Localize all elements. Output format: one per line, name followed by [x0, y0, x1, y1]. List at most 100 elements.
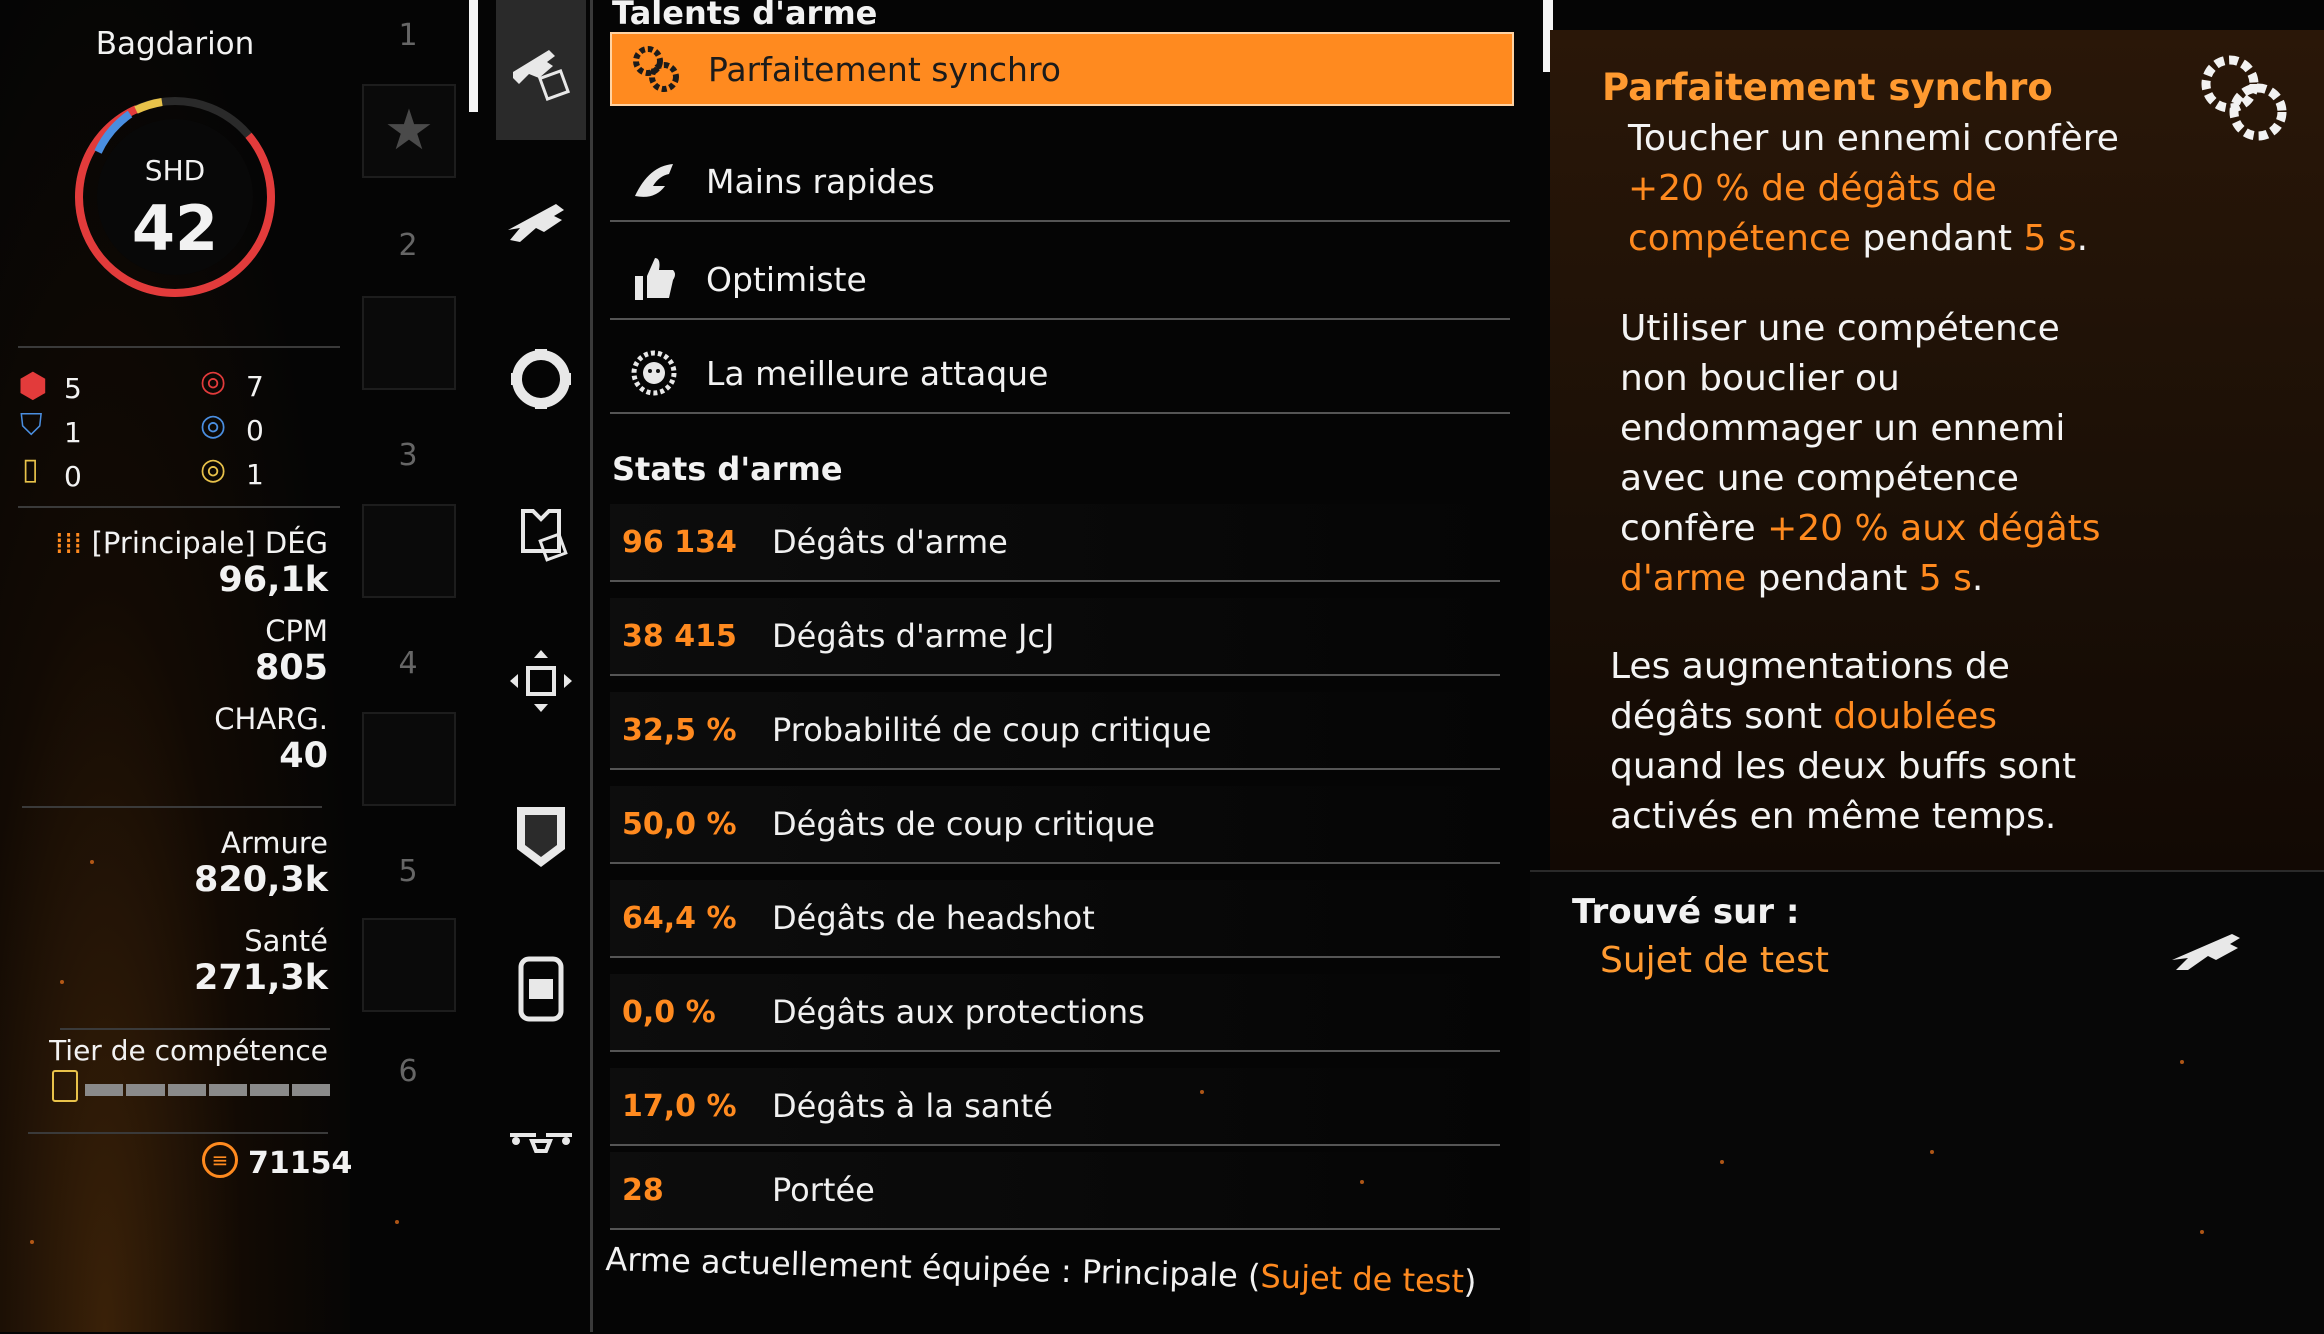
- stat-row: 64,4 % Dégâts de headshot: [610, 880, 1500, 958]
- talent-label: Optimiste: [706, 259, 867, 299]
- weapon-details: Talents d'arme Parfaitement synchro Main…: [600, 0, 1530, 1332]
- rpm-value: 805: [254, 648, 328, 688]
- slot-number: 3: [398, 438, 418, 473]
- yellow-utility-mod-icon: ◎: [200, 452, 227, 487]
- rpm-stat: CPM 805: [8, 614, 328, 688]
- stat-row: 0,0 % Dégâts aux protections: [610, 974, 1500, 1052]
- talent-detail-panel: Parfaitement synchro Toucher un ennemi c…: [1550, 30, 2324, 870]
- player-name: Bagdarion: [95, 26, 255, 62]
- fast-hands-icon: [624, 151, 684, 211]
- red-offense-icon: ⬢: [18, 366, 48, 406]
- slot-number: 1: [398, 18, 418, 53]
- slot-number: 6: [398, 1054, 418, 1089]
- armor-label: Armure: [220, 826, 328, 860]
- yellow-utility-icon: ▯: [22, 452, 39, 487]
- nav-weapon-talent-mod[interactable]: [496, 0, 586, 140]
- talent-label: Mains rapides: [706, 161, 935, 201]
- armor-value: 820,3k: [194, 860, 328, 900]
- weapon-damage-stat: ⁞⁞⁞ [Principale] DÉG 96,1k: [8, 526, 328, 600]
- health-stat: Santé 271,3k: [8, 924, 328, 998]
- ember-particle: [2200, 1230, 2204, 1234]
- magazine-stat: CHARG. 40: [8, 702, 328, 776]
- talents-title: Talents d'arme: [612, 0, 878, 32]
- offense-mod-count: 7: [246, 370, 264, 403]
- holster-gear-icon: [510, 650, 572, 712]
- slot-number: 2: [398, 228, 418, 263]
- red-offense-mod-icon: ◎: [200, 364, 227, 399]
- backpack-gear-icon: [518, 956, 564, 1022]
- ember-particle: [1720, 1160, 1724, 1164]
- stat-row: 28 Portée: [610, 1152, 1500, 1230]
- stats-title: Stats d'arme: [612, 450, 843, 488]
- nav-mask[interactable]: [496, 324, 586, 434]
- magazine-label: CHARG.: [214, 702, 328, 736]
- found-on-value[interactable]: Sujet de test: [1600, 940, 1829, 981]
- defense-mod-count: 0: [246, 414, 264, 447]
- blue-defense-mod-icon: ◎: [200, 408, 227, 443]
- stat-row: 38 415 Dégâts d'arme JcJ: [610, 598, 1500, 676]
- assault-rifle-icon: [2172, 934, 2240, 970]
- divider: [22, 806, 322, 808]
- ember-particle: [395, 1220, 399, 1224]
- slot-empty[interactable]: [362, 712, 456, 806]
- talent-perfectly-synced[interactable]: Parfaitement synchro: [610, 32, 1514, 106]
- divider: [60, 1028, 330, 1030]
- drone-skill-icon: [510, 1133, 572, 1153]
- detail-paragraph-2: Utiliser une compétence non bouclier ou …: [1620, 308, 2101, 599]
- nav-chest[interactable]: [496, 478, 586, 588]
- blue-defense-icon: ⛉: [20, 408, 43, 443]
- star-icon: ★: [383, 98, 435, 163]
- slot-empty[interactable]: [362, 918, 456, 1012]
- skill-tier-label: Tier de compétence: [49, 1034, 328, 1067]
- magazine-value: 40: [279, 736, 328, 776]
- slot-favorite[interactable]: ★: [362, 84, 456, 178]
- divider: [28, 1132, 328, 1134]
- nav-kneepads[interactable]: [496, 782, 586, 892]
- talent-label: La meilleure attaque: [706, 353, 1049, 393]
- ember-particle: [1200, 1090, 1204, 1094]
- thumbs-up-icon: [624, 249, 684, 309]
- ember-particle: [1360, 1180, 1364, 1184]
- ember-particle: [1930, 1150, 1934, 1154]
- slot-empty[interactable]: [362, 296, 456, 390]
- character-panel: Bagdarion SHD 42 ⬢ 5 ⛉ 1 ▯ 0 ◎ 7 ◎ 0 ◎ 1…: [0, 0, 353, 1332]
- mask-gear-icon: [511, 349, 571, 409]
- gear-nav: [470, 0, 593, 1332]
- kneepads-gear-icon: [517, 807, 565, 867]
- weapon-damage-label: [Principale] DÉG: [91, 526, 328, 560]
- credits-value: 71154: [248, 1146, 353, 1181]
- detail-title: Parfaitement synchro: [1602, 66, 2053, 109]
- nav-assault-rifle[interactable]: [496, 168, 586, 278]
- divider: [18, 346, 340, 348]
- talent-optimist[interactable]: Optimiste: [610, 240, 1510, 320]
- skill-tier-icon: [52, 1070, 78, 1102]
- talent-best-attack[interactable]: La meilleure attaque: [610, 334, 1510, 414]
- slot-empty[interactable]: [362, 504, 456, 598]
- credits-icon: ≡: [202, 1142, 238, 1178]
- defense-count: 1: [64, 416, 82, 449]
- detail-paragraph-3: Les augmentations de dégâts sont doublée…: [1610, 646, 2077, 837]
- health-value: 271,3k: [194, 958, 328, 998]
- stat-row: 50,0 % Dégâts de coup critique: [610, 786, 1500, 864]
- level-value: 42: [131, 192, 219, 265]
- weapon-damage-value: 96,1k: [218, 560, 328, 600]
- stat-row: 96 134 Dégâts d'arme: [610, 504, 1500, 582]
- level-gauge: SHD 42: [70, 92, 280, 302]
- equipped-weapon-name: Sujet de test: [1260, 1257, 1465, 1301]
- found-on-label: Trouvé sur :: [1572, 892, 1800, 932]
- lion-head-icon: [624, 343, 684, 403]
- talent-fast-hands[interactable]: Mains rapides: [610, 142, 1510, 222]
- nav-holster[interactable]: [496, 626, 586, 736]
- ember-particle: [30, 1240, 34, 1244]
- utility-count: 0: [64, 460, 82, 493]
- assault-rifle-icon: [508, 204, 564, 242]
- detail-paragraph-1: Toucher un ennemi confère +20 % de dégât…: [1628, 118, 2119, 259]
- nav-drone[interactable]: [496, 1086, 586, 1196]
- ember-particle: [60, 980, 64, 984]
- stat-row: 17,0 % Dégâts à la santé: [610, 1068, 1500, 1146]
- offense-count: 5: [64, 372, 82, 405]
- found-on-panel: Trouvé sur : Sujet de test: [1530, 870, 2324, 1334]
- divider: [18, 506, 340, 508]
- slot-number: 5: [398, 854, 418, 889]
- nav-backpack[interactable]: [496, 932, 586, 1042]
